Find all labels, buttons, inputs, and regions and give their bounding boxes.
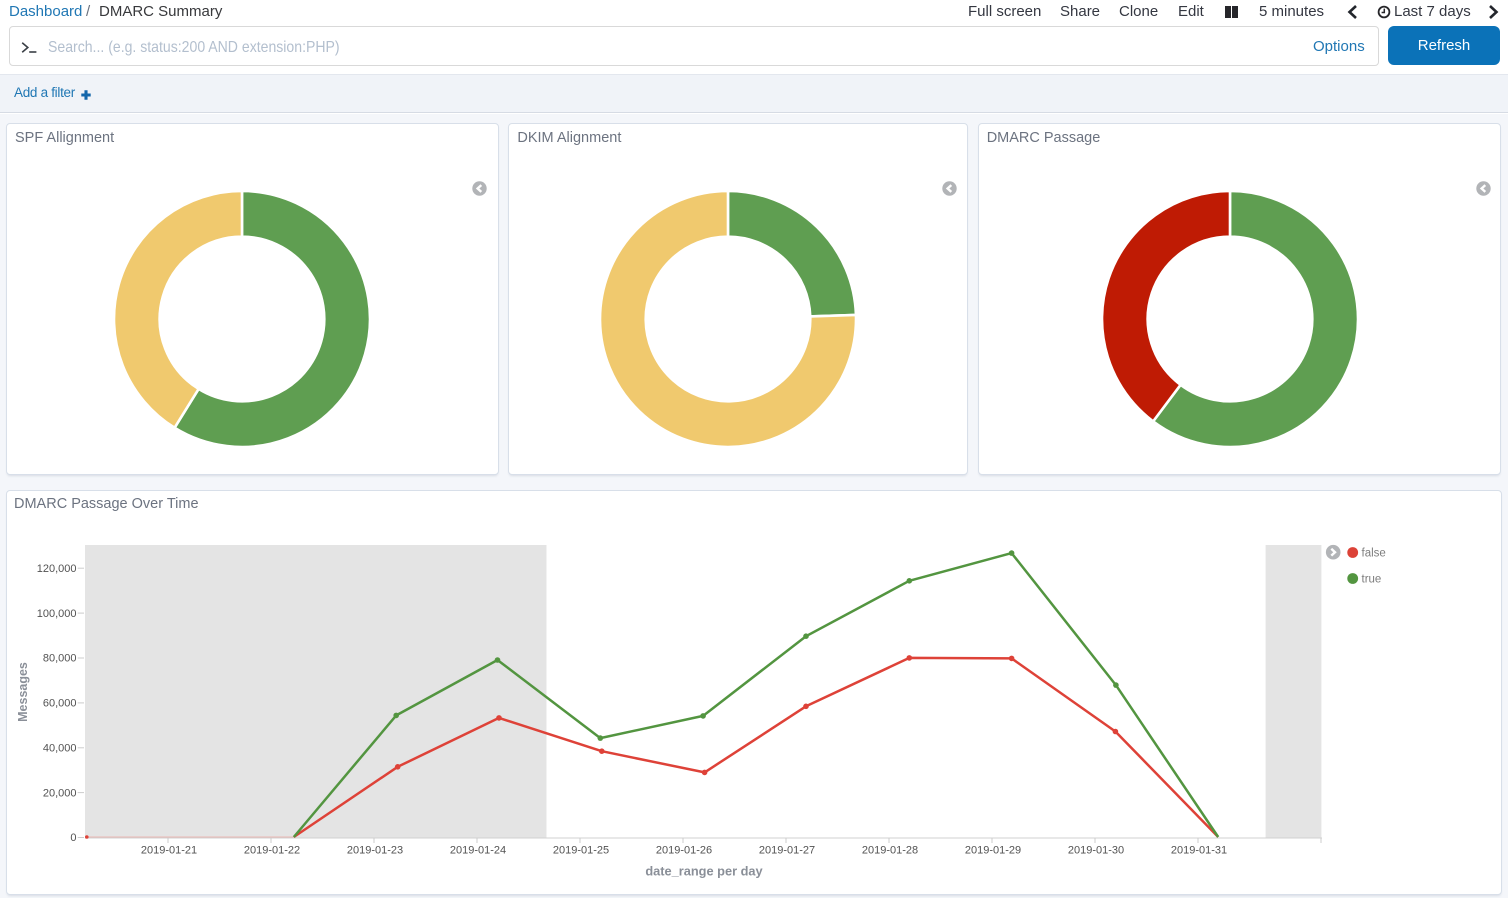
svg-text:2019-01-30: 2019-01-30 [1068,845,1124,857]
svg-text:Messages: Messages [16,662,30,722]
svg-text:2019-01-29: 2019-01-29 [965,845,1021,857]
svg-text:2019-01-23: 2019-01-23 [347,845,403,857]
svg-text:2019-01-31: 2019-01-31 [1171,845,1227,857]
svg-text:true: true [1362,574,1382,586]
svg-text:false: false [1362,548,1386,560]
svg-text:2019-01-26: 2019-01-26 [656,845,712,857]
svg-text:2019-01-25: 2019-01-25 [553,845,609,857]
svg-text:2019-01-22: 2019-01-22 [244,845,300,857]
svg-text:2019-01-21: 2019-01-21 [141,845,197,857]
svg-text:2019-01-27: 2019-01-27 [759,845,815,857]
svg-text:80,000: 80,000 [43,653,77,665]
svg-text:20,000: 20,000 [43,787,77,799]
svg-text:2019-01-28: 2019-01-28 [862,845,918,857]
svg-text:60,000: 60,000 [43,698,77,710]
svg-text:40,000: 40,000 [43,743,77,755]
svg-text:0: 0 [70,832,76,844]
svg-text:date_range per day: date_range per day [645,864,763,879]
svg-text:100,000: 100,000 [37,608,77,620]
svg-text:120,000: 120,000 [37,563,77,575]
svg-text:2019-01-24: 2019-01-24 [450,845,506,857]
